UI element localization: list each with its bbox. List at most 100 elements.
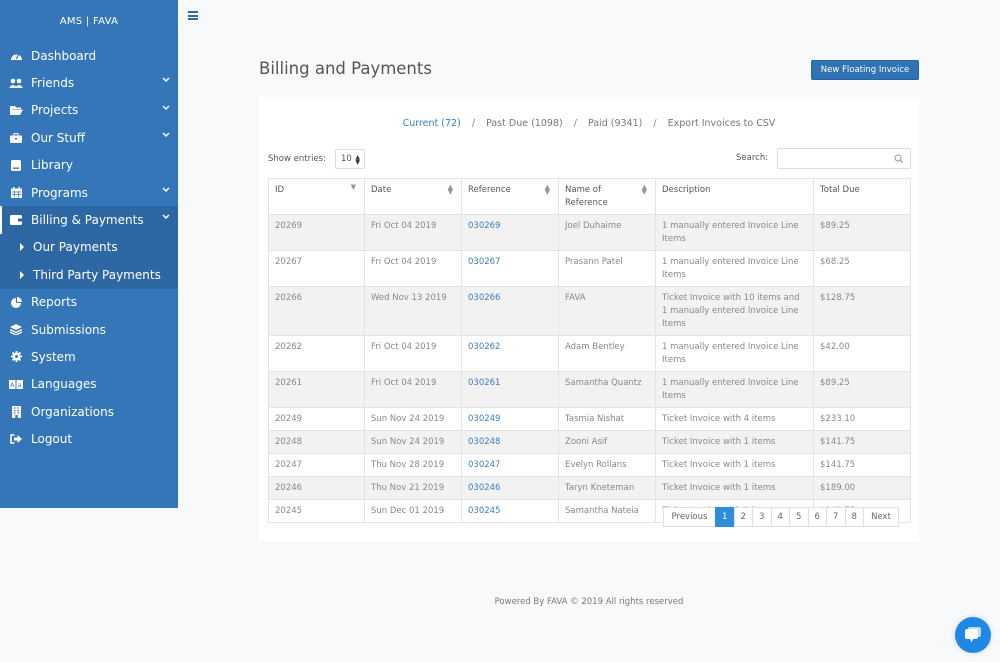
show-entries: Show entries: 10 ▲ ▼ xyxy=(268,149,365,169)
cell-name: Samantha Quantz xyxy=(558,371,656,408)
page-6-button[interactable]: 6 xyxy=(807,507,827,527)
sidebar-item-our-stuff[interactable]: Our Stuff xyxy=(0,124,178,151)
reference-link[interactable]: 030266 xyxy=(468,293,500,303)
export-csv-link[interactable]: Export Invoices to CSV xyxy=(668,118,776,129)
sidebar-item-projects[interactable]: Projects xyxy=(0,97,178,124)
sidebar-item-our-payments[interactable]: Our Payments xyxy=(0,234,178,261)
sidebar-item-label: Billing & Payments xyxy=(31,213,144,228)
caret-right-icon xyxy=(20,243,24,252)
sidebar-item-submissions[interactable]: Submissions xyxy=(0,316,178,343)
sidebar-item-dashboard[interactable]: Dashboard xyxy=(0,42,178,69)
pie-chart-icon xyxy=(9,296,23,308)
column-header-id[interactable]: ID ▼ xyxy=(268,178,365,215)
table-row[interactable]: 20248 Sun Nov 24 2019 030248 Zooni Asif Tick… xyxy=(268,430,911,454)
reference-link[interactable]: 030245 xyxy=(468,506,500,516)
logout-icon xyxy=(9,433,23,445)
cell-total-due: $141.75 xyxy=(813,453,911,477)
sidebar-item-label: Reports xyxy=(31,295,78,310)
sort-icon: ▲ ▼ xyxy=(447,183,453,196)
page-8-button[interactable]: 8 xyxy=(844,507,864,527)
sidebar-item-label: Organizations xyxy=(31,404,114,419)
reference-link[interactable]: 030249 xyxy=(468,414,500,424)
cell-description: Ticket Invoice with 4 items xyxy=(655,407,814,431)
cell-reference: 030269 xyxy=(461,214,559,251)
sidebar-nav-lower: Reports Submissions System Aa Languages … xyxy=(0,289,178,453)
search-label: Search: xyxy=(736,153,769,163)
sidebar-item-billing-payments[interactable]: Billing & Payments xyxy=(0,206,178,234)
chat-button[interactable] xyxy=(955,617,991,653)
reference-link[interactable]: 030269 xyxy=(468,221,500,231)
reference-link[interactable]: 030267 xyxy=(468,257,500,267)
page-5-button[interactable]: 5 xyxy=(789,507,809,527)
reference-link[interactable]: 030246 xyxy=(468,483,500,493)
sort-desc-icon: ▼ xyxy=(350,183,356,191)
menu-toggle-icon[interactable] xyxy=(188,11,198,20)
table-row[interactable]: 20247 Thu Nov 28 2019 030247 Evelyn Rollans… xyxy=(268,453,911,477)
table-row[interactable]: 20266 Wed Nov 13 2019 030266 FAVA Ticket Inv… xyxy=(268,286,911,336)
column-label: Total Due xyxy=(820,185,860,195)
sidebar-item-system[interactable]: System xyxy=(0,343,178,370)
reference-link[interactable]: 030262 xyxy=(468,342,500,352)
show-entries-label: Show entries: xyxy=(268,154,326,164)
sidebar-item-organizations[interactable]: Organizations xyxy=(0,398,178,425)
cell-date: Fri Oct 04 2019 xyxy=(364,371,462,408)
cell-reference: 030247 xyxy=(461,453,559,477)
cell-reference: 030266 xyxy=(461,286,559,336)
cell-reference: 030248 xyxy=(461,430,559,454)
search-input[interactable] xyxy=(777,148,911,169)
sidebar-item-languages[interactable]: Aa Languages xyxy=(0,371,178,398)
next-page-button[interactable]: Next xyxy=(863,507,899,527)
page-4-button[interactable]: 4 xyxy=(770,507,790,527)
tab-paid[interactable]: Paid (9341) xyxy=(588,118,642,129)
table-row[interactable]: 20267 Fri Oct 04 2019 030267 Prasann Patel 1… xyxy=(268,250,911,287)
entries-select[interactable]: 10 ▲ ▼ xyxy=(334,149,365,169)
sidebar-item-reports[interactable]: Reports xyxy=(0,289,178,316)
sidebar-item-programs[interactable]: Programs xyxy=(0,179,178,206)
reference-link[interactable]: 030248 xyxy=(468,437,500,447)
reference-link[interactable]: 030247 xyxy=(468,460,500,470)
updown-arrows-icon: ▲ ▼ xyxy=(355,154,360,166)
cell-total-due: $89.25 xyxy=(813,214,911,251)
cell-name: Joel Duhaime xyxy=(558,214,656,251)
cell-id: 20262 xyxy=(268,335,365,372)
sidebar: AMS | FAVA Dashboard Friends Projects Ou… xyxy=(0,0,178,508)
table-header-row: ID ▼ Date ▲ ▼ Reference ▲ ▼ Name of Reference… xyxy=(268,178,911,215)
sidebar-item-logout[interactable]: Logout xyxy=(0,425,178,452)
separator: / xyxy=(653,118,657,129)
sidebar-item-label: Library xyxy=(31,158,73,173)
page-2-button[interactable]: 2 xyxy=(733,507,753,527)
column-header-date[interactable]: Date ▲ ▼ xyxy=(364,178,462,215)
page-3-button[interactable]: 3 xyxy=(752,507,772,527)
cell-id: 20245 xyxy=(268,499,365,523)
reference-link[interactable]: 030261 xyxy=(468,378,500,388)
page-7-button[interactable]: 7 xyxy=(826,507,846,527)
table-row[interactable]: 20262 Fri Oct 04 2019 030262 Adam Bentley 1 … xyxy=(268,335,911,372)
tab-current[interactable]: Current (72) xyxy=(403,118,461,129)
new-floating-invoice-button[interactable]: New Floating Invoice xyxy=(811,60,919,80)
table-row[interactable]: 20246 Thu Nov 21 2019 030246 Taryn Kneteman… xyxy=(268,476,911,500)
cell-id: 20247 xyxy=(268,453,365,477)
sidebar-item-label: Third Party Payments xyxy=(33,267,161,282)
column-header-name-of-reference[interactable]: Name of Reference ▲ ▼ xyxy=(558,178,656,215)
previous-page-button[interactable]: Previous xyxy=(663,507,716,527)
table-row[interactable]: 20249 Sun Nov 24 2019 030249 Tasmia Nishat T… xyxy=(268,407,911,431)
sort-icon: ▲ ▼ xyxy=(641,183,647,196)
sidebar-item-friends[interactable]: Friends xyxy=(0,69,178,96)
layers-icon xyxy=(9,324,23,336)
table-row[interactable]: 20261 Fri Oct 04 2019 030261 Samantha Quant… xyxy=(268,371,911,408)
invoice-filter-tabs: Current (72) / Past Due (1098) / Paid (9… xyxy=(259,118,919,129)
page-1-button[interactable]: 1 xyxy=(715,507,735,527)
table-row[interactable]: 20269 Fri Oct 04 2019 030269 Joel Duhaime 1 … xyxy=(268,214,911,251)
sidebar-item-label: Logout xyxy=(31,432,73,447)
tab-past-due[interactable]: Past Due (1098) xyxy=(486,118,563,129)
wallet-icon xyxy=(9,214,23,226)
brand-logo: AMS | FAVA xyxy=(59,15,119,27)
column-header-reference[interactable]: Reference ▲ ▼ xyxy=(461,178,559,215)
sidebar-item-library[interactable]: Library xyxy=(0,152,178,179)
cell-date: Fri Oct 04 2019 xyxy=(364,250,462,287)
sidebar-item-third-party-payments[interactable]: Third Party Payments xyxy=(0,261,178,288)
language-icon: Aa xyxy=(9,378,23,390)
cell-reference: 030267 xyxy=(461,250,559,287)
cell-date: Sun Dec 01 2019 xyxy=(364,499,462,523)
briefcase-icon xyxy=(9,132,23,144)
